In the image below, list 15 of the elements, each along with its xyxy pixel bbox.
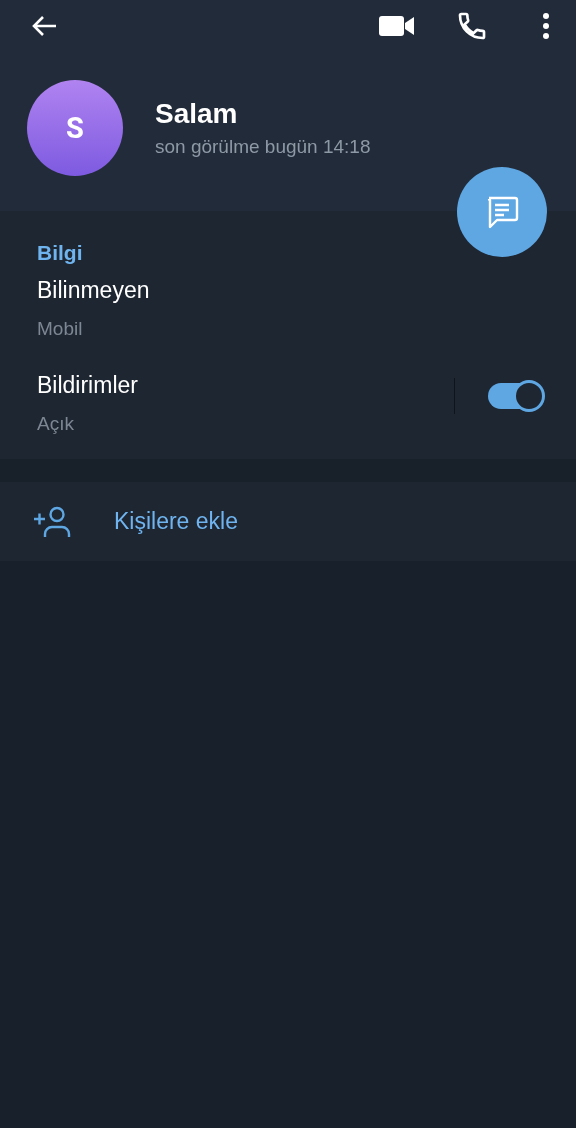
add-person-icon [33,505,73,538]
video-camera-icon[interactable] [379,15,415,37]
avatar[interactable]: S [27,80,123,176]
info-value: Bildirimler [37,372,139,399]
info-value: Bilinmeyen [37,277,151,304]
phone-icon[interactable] [456,10,488,42]
notifications-switch[interactable] [488,382,542,409]
add-contact-button[interactable]: Kişilere ekle [0,505,238,538]
contact-name: Salam [155,98,239,130]
section-title: Bilgi [37,241,84,265]
last-seen-status: son görülme bugün 14:18 [155,136,371,158]
back-icon[interactable] [30,14,58,38]
more-options-icon[interactable] [542,12,550,40]
info-label: Açık [37,413,75,435]
info-label: Mobil [37,318,84,340]
